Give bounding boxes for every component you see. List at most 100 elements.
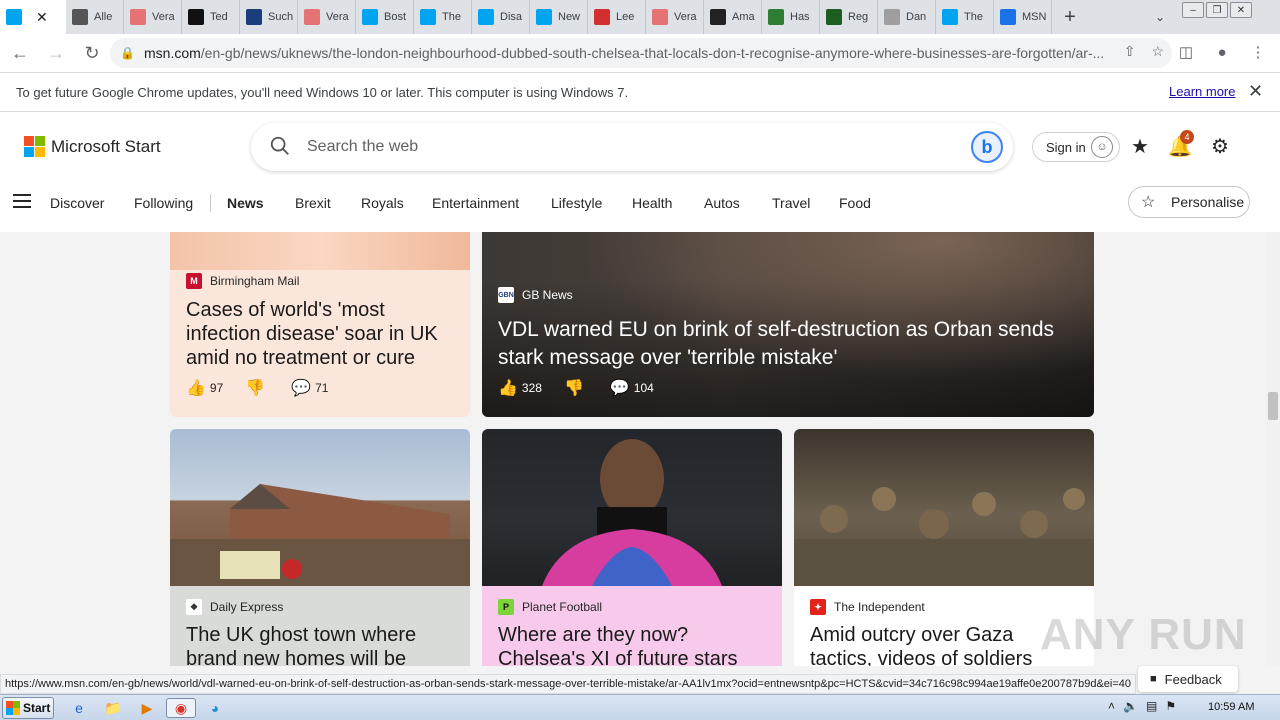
card-headline[interactable]: Where are they now? Chelsea's XI of futu…	[498, 623, 768, 666]
close-window-icon[interactable]: ✕	[1230, 2, 1252, 18]
feedback-button[interactable]: ■ Feedback	[1138, 666, 1238, 692]
news-card[interactable]: P Planet Football Where are they now? Ch…	[482, 429, 782, 666]
browser-tab[interactable]: The	[414, 0, 472, 34]
new-tab-icon[interactable]: +	[1052, 0, 1088, 34]
address-bar[interactable]: 🔒 msn.com/en-gb/news/uknews/the-london-n…	[110, 38, 1172, 68]
browser-tab[interactable]: Disa	[472, 0, 530, 34]
bookmark-star-icon[interactable]: ☆	[1151, 43, 1164, 60]
bing-chat-icon[interactable]: b	[971, 131, 1003, 163]
browser-tab[interactable]: Ted	[182, 0, 240, 34]
tab-favicon-icon	[362, 9, 378, 25]
microsoft-start-logo[interactable]: Microsoft Start	[24, 136, 161, 157]
tab-label: Ted	[210, 11, 228, 23]
browser-tab[interactable]: New	[530, 0, 588, 34]
card-source: ❖ Daily Express	[186, 599, 283, 615]
dislike-icon[interactable]: 👎	[245, 378, 265, 398]
reload-icon[interactable]: ↻	[76, 37, 108, 69]
action-center-flag-icon[interactable]: ⚑	[1165, 699, 1176, 713]
news-card[interactable]: M Birmingham Mail Cases of world's 'most…	[170, 232, 470, 417]
edge-taskbar-icon[interactable]: ◕	[204, 698, 226, 718]
tab-label: Reg	[848, 11, 869, 23]
hamburger-menu-icon[interactable]	[13, 194, 31, 212]
nav-health[interactable]: Health	[632, 195, 672, 211]
personalise-button[interactable]: ☆ Personalise	[1128, 186, 1250, 218]
nav-royals[interactable]: Royals	[361, 195, 404, 211]
nav-autos[interactable]: Autos	[704, 195, 740, 211]
like-icon[interactable]: 👍	[186, 378, 206, 398]
nav-brexit[interactable]: Brexit	[295, 195, 331, 211]
notifications-bell-icon[interactable]: 🔔 4	[1168, 130, 1194, 158]
browser-tab[interactable]: Alle	[66, 0, 124, 34]
lock-icon: 🔒	[120, 46, 135, 60]
tab-favicon-icon	[1000, 9, 1016, 25]
anyrun-watermark: ANY RUN	[1040, 610, 1247, 659]
tray-expand-icon[interactable]: ˄	[1108, 699, 1115, 713]
browser-tab[interactable]: Lee	[588, 0, 646, 34]
learn-more-link[interactable]: Learn more	[1169, 84, 1235, 99]
sign-in-button[interactable]: Sign in ☺	[1032, 132, 1120, 162]
source-name: GB News	[522, 288, 573, 302]
nav-food[interactable]: Food	[839, 195, 871, 211]
file-explorer-icon[interactable]: 📁	[102, 698, 124, 718]
browser-tab[interactable]: Reg	[820, 0, 878, 34]
browser-tab[interactable]: The	[936, 0, 994, 34]
card-headline[interactable]: Cases of world's 'most infection disease…	[186, 298, 456, 370]
taskbar-clock[interactable]: 10:59 AM	[1208, 701, 1254, 713]
browser-tab[interactable]: Dan	[878, 0, 936, 34]
browser-tab[interactable]: Vera	[124, 0, 182, 34]
dislike-icon[interactable]: 👎	[564, 378, 584, 398]
volume-icon[interactable]: 🔈	[1123, 699, 1138, 713]
like-icon[interactable]: 👍	[498, 378, 518, 398]
page-scrollbar[interactable]	[1266, 232, 1280, 666]
tab-label: Vera	[326, 11, 349, 23]
back-icon[interactable]: ←	[4, 37, 36, 69]
profile-icon[interactable]: ●	[1208, 38, 1236, 66]
menu-kebab-icon[interactable]: ⋮	[1244, 38, 1272, 66]
nav-news[interactable]: News	[227, 195, 264, 211]
nav-travel[interactable]: Travel	[772, 195, 810, 211]
nav-entertainment[interactable]: Entertainment	[432, 195, 519, 211]
media-player-icon[interactable]: ▶	[136, 698, 158, 718]
browser-tab[interactable]: MSN	[994, 0, 1052, 34]
restore-icon[interactable]: ❐	[1206, 2, 1228, 18]
browser-tab[interactable]: Vera	[298, 0, 356, 34]
settings-gear-icon[interactable]: ⚙	[1208, 134, 1232, 158]
search-box[interactable]: Search the web b	[251, 123, 1013, 171]
comment-icon[interactable]: 💬	[291, 378, 311, 398]
chrome-taskbar-icon[interactable]: ◉	[166, 698, 196, 718]
toolbar-right: ◫ ● ⋮	[1172, 38, 1272, 66]
browser-tab[interactable]: Ama	[704, 0, 762, 34]
infobar-close-icon[interactable]: ✕	[1248, 81, 1263, 102]
news-feed: M Birmingham Mail Cases of world's 'most…	[0, 232, 1266, 666]
tab-close-icon[interactable]: ✕	[36, 9, 48, 26]
browser-tab[interactable]: Vera	[646, 0, 704, 34]
news-card[interactable]: GBN GB News VDL warned EU on brink of se…	[482, 232, 1094, 417]
share-icon[interactable]: ⇧	[1124, 43, 1136, 60]
tab-search-chevron-icon[interactable]: ⌄	[1148, 6, 1172, 28]
card-reactions: 👍 328 👎 💬 104	[498, 378, 654, 398]
network-icon[interactable]: ▤	[1146, 699, 1157, 713]
internet-explorer-icon[interactable]: e	[68, 698, 90, 718]
nav-discover[interactable]: Discover	[50, 195, 104, 211]
browser-tab[interactable]: Such	[240, 0, 298, 34]
card-headline[interactable]: The UK ghost town where brand new homes …	[186, 623, 456, 666]
nav-lifestyle[interactable]: Lifestyle	[551, 195, 602, 211]
infobar-message: To get future Google Chrome updates, you…	[16, 84, 629, 100]
news-card[interactable]: ❖ Daily Express The UK ghost town where …	[170, 429, 470, 666]
minimize-icon[interactable]: –	[1182, 2, 1204, 18]
start-button[interactable]: Start	[2, 697, 54, 719]
browser-tab[interactable]: Bost	[356, 0, 414, 34]
scrollbar-thumb[interactable]	[1268, 392, 1278, 420]
tab-favicon-icon	[420, 9, 436, 25]
tab-label: MSN	[1022, 11, 1047, 23]
side-panel-icon[interactable]: ◫	[1172, 38, 1200, 66]
tab-active[interactable]: ✕	[0, 0, 66, 34]
nav-following[interactable]: Following	[134, 195, 193, 211]
comment-icon[interactable]: 💬	[610, 378, 630, 398]
card-headline[interactable]: VDL warned EU on brink of self-destructi…	[498, 316, 1058, 372]
forward-icon[interactable]: →	[40, 37, 72, 69]
window-controls: – ❐ ✕	[1182, 2, 1252, 18]
rewards-icon[interactable]: ★	[1128, 134, 1152, 158]
browser-tab[interactable]: Has	[762, 0, 820, 34]
tab-favicon-icon	[652, 9, 668, 25]
